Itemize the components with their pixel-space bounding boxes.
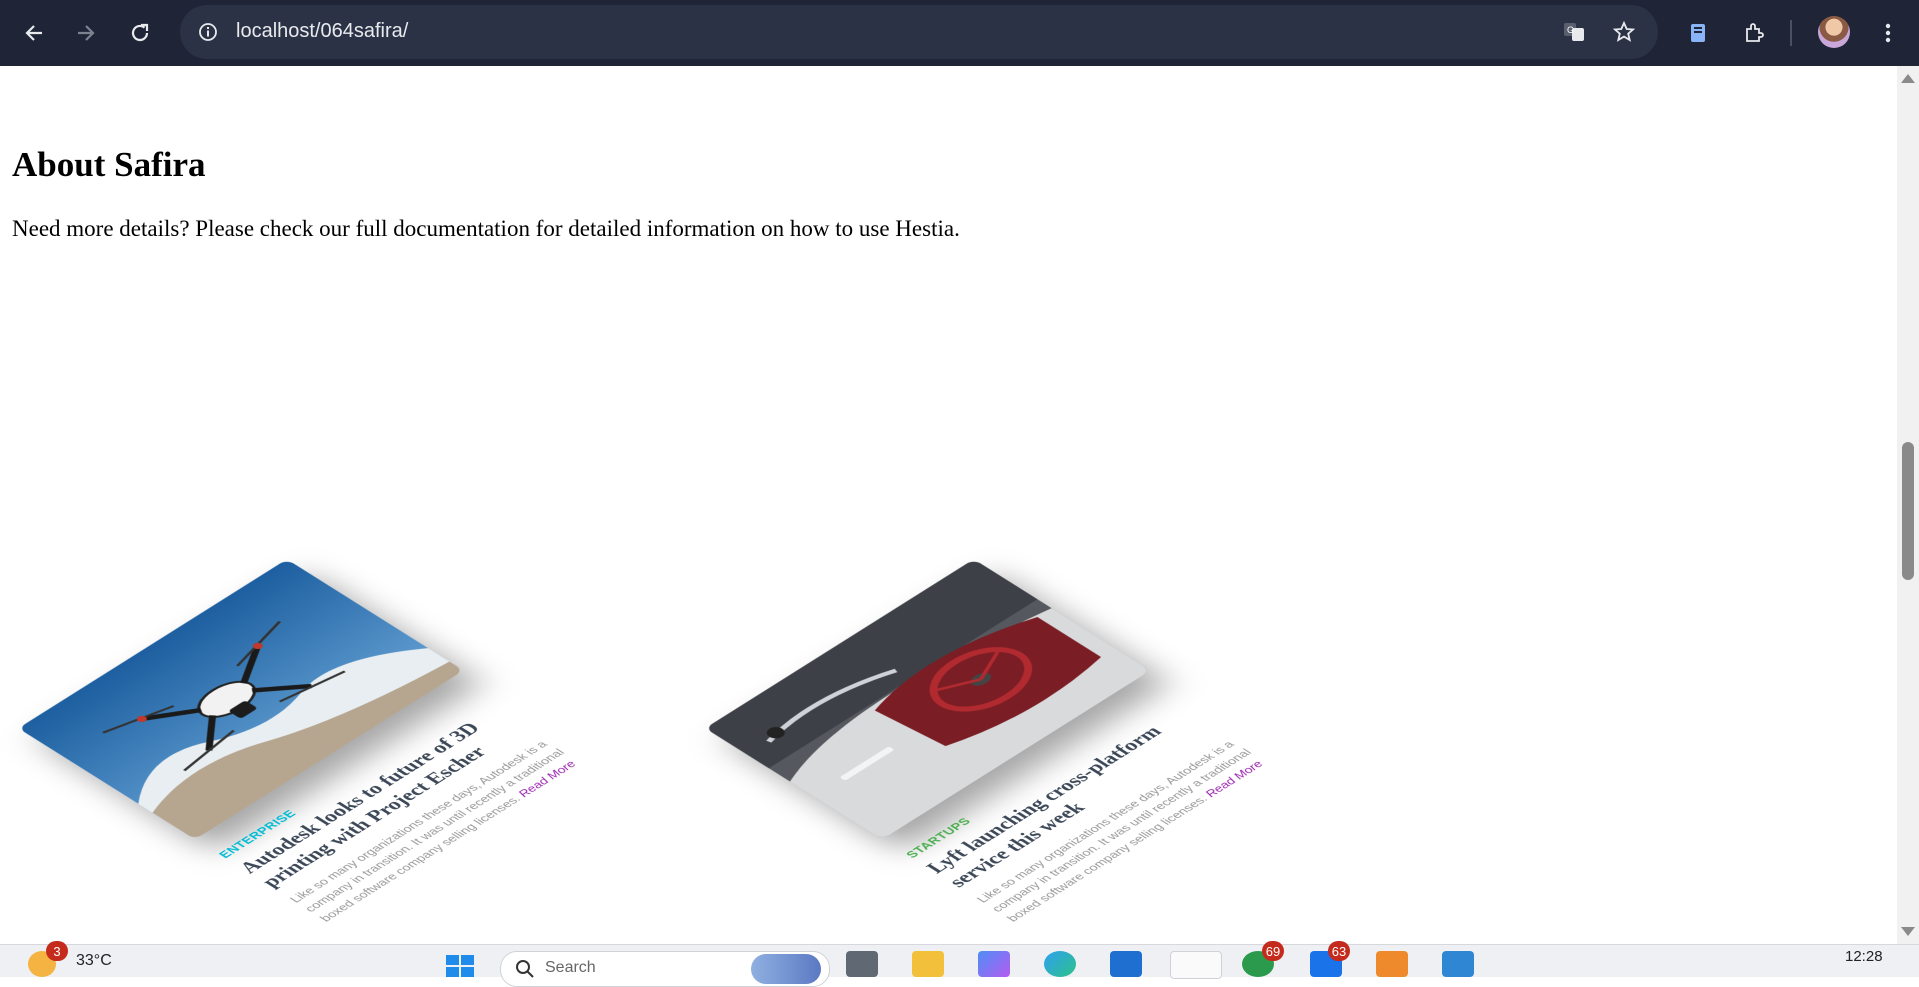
page-content: About Safira Need more details? Please c… xyxy=(0,66,1897,944)
windows-start-icon[interactable] xyxy=(444,951,476,977)
bookmark-star-icon[interactable] xyxy=(1610,18,1638,46)
reading-list-icon[interactable] xyxy=(1680,15,1716,51)
extensions-icon[interactable] xyxy=(1736,15,1772,51)
file-explorer-icon[interactable] xyxy=(912,951,944,977)
chrome-taskbar-icon[interactable] xyxy=(1170,951,1222,979)
windows-taskbar: 3 33°C Search 69 63 12:28 xyxy=(0,941,1919,987)
search-placeholder: Search xyxy=(545,959,596,976)
page-title: About Safira xyxy=(12,145,206,184)
svg-text:G: G xyxy=(1567,25,1574,35)
temperature-text[interactable]: 33°C xyxy=(76,952,112,970)
blog-card-enterprise[interactable]: ENTERPRISE Autodesk looks to future of 3… xyxy=(4,501,697,937)
translate-icon[interactable]: G xyxy=(1560,18,1588,46)
task-view-icon[interactable] xyxy=(846,951,878,977)
profile-avatar[interactable] xyxy=(1818,16,1850,48)
mail-badge: 63 xyxy=(1328,941,1350,961)
address-bar[interactable]: localhost/064safira/ G xyxy=(180,5,1658,59)
search-highlight-image xyxy=(751,954,821,984)
blog-card-startups[interactable]: STARTUPS Lyft launching cross-platform s… xyxy=(691,501,1384,937)
scroll-up-arrow-icon[interactable] xyxy=(1901,74,1915,83)
scrollbar-thumb[interactable] xyxy=(1902,442,1914,580)
vertical-scrollbar[interactable] xyxy=(1897,66,1919,944)
scroll-down-arrow-icon[interactable] xyxy=(1901,927,1915,936)
page-description: Need more details? Please check our full… xyxy=(12,216,960,241)
store-icon[interactable] xyxy=(1110,951,1142,977)
read-more-link[interactable]: Read More xyxy=(1202,759,1266,800)
edge-icon[interactable] xyxy=(1044,951,1076,977)
site-info-icon[interactable] xyxy=(194,18,222,46)
arrow-right-icon xyxy=(78,25,95,41)
reload-button[interactable] xyxy=(122,15,158,51)
forward-button[interactable] xyxy=(68,15,104,51)
reload-icon xyxy=(131,23,149,42)
copilot-icon[interactable] xyxy=(978,951,1010,977)
url-text[interactable]: localhost/064safira/ xyxy=(236,20,408,43)
taskbar-search[interactable]: Search xyxy=(500,951,830,987)
xampp-icon[interactable] xyxy=(1376,951,1408,977)
search-icon xyxy=(516,960,534,978)
toolbar-divider xyxy=(1790,20,1792,46)
browser-toolbar: localhost/064safira/ G xyxy=(0,0,1919,66)
back-button[interactable] xyxy=(16,15,52,51)
whatsapp-badge: 69 xyxy=(1262,941,1284,961)
arrow-left-icon xyxy=(25,25,42,41)
clock-text[interactable]: 12:28 xyxy=(1845,948,1883,965)
vscode-icon[interactable] xyxy=(1442,951,1474,977)
menu-icon[interactable] xyxy=(1870,15,1906,51)
read-more-link[interactable]: Read More xyxy=(515,759,579,800)
weather-badge: 3 xyxy=(46,941,68,961)
